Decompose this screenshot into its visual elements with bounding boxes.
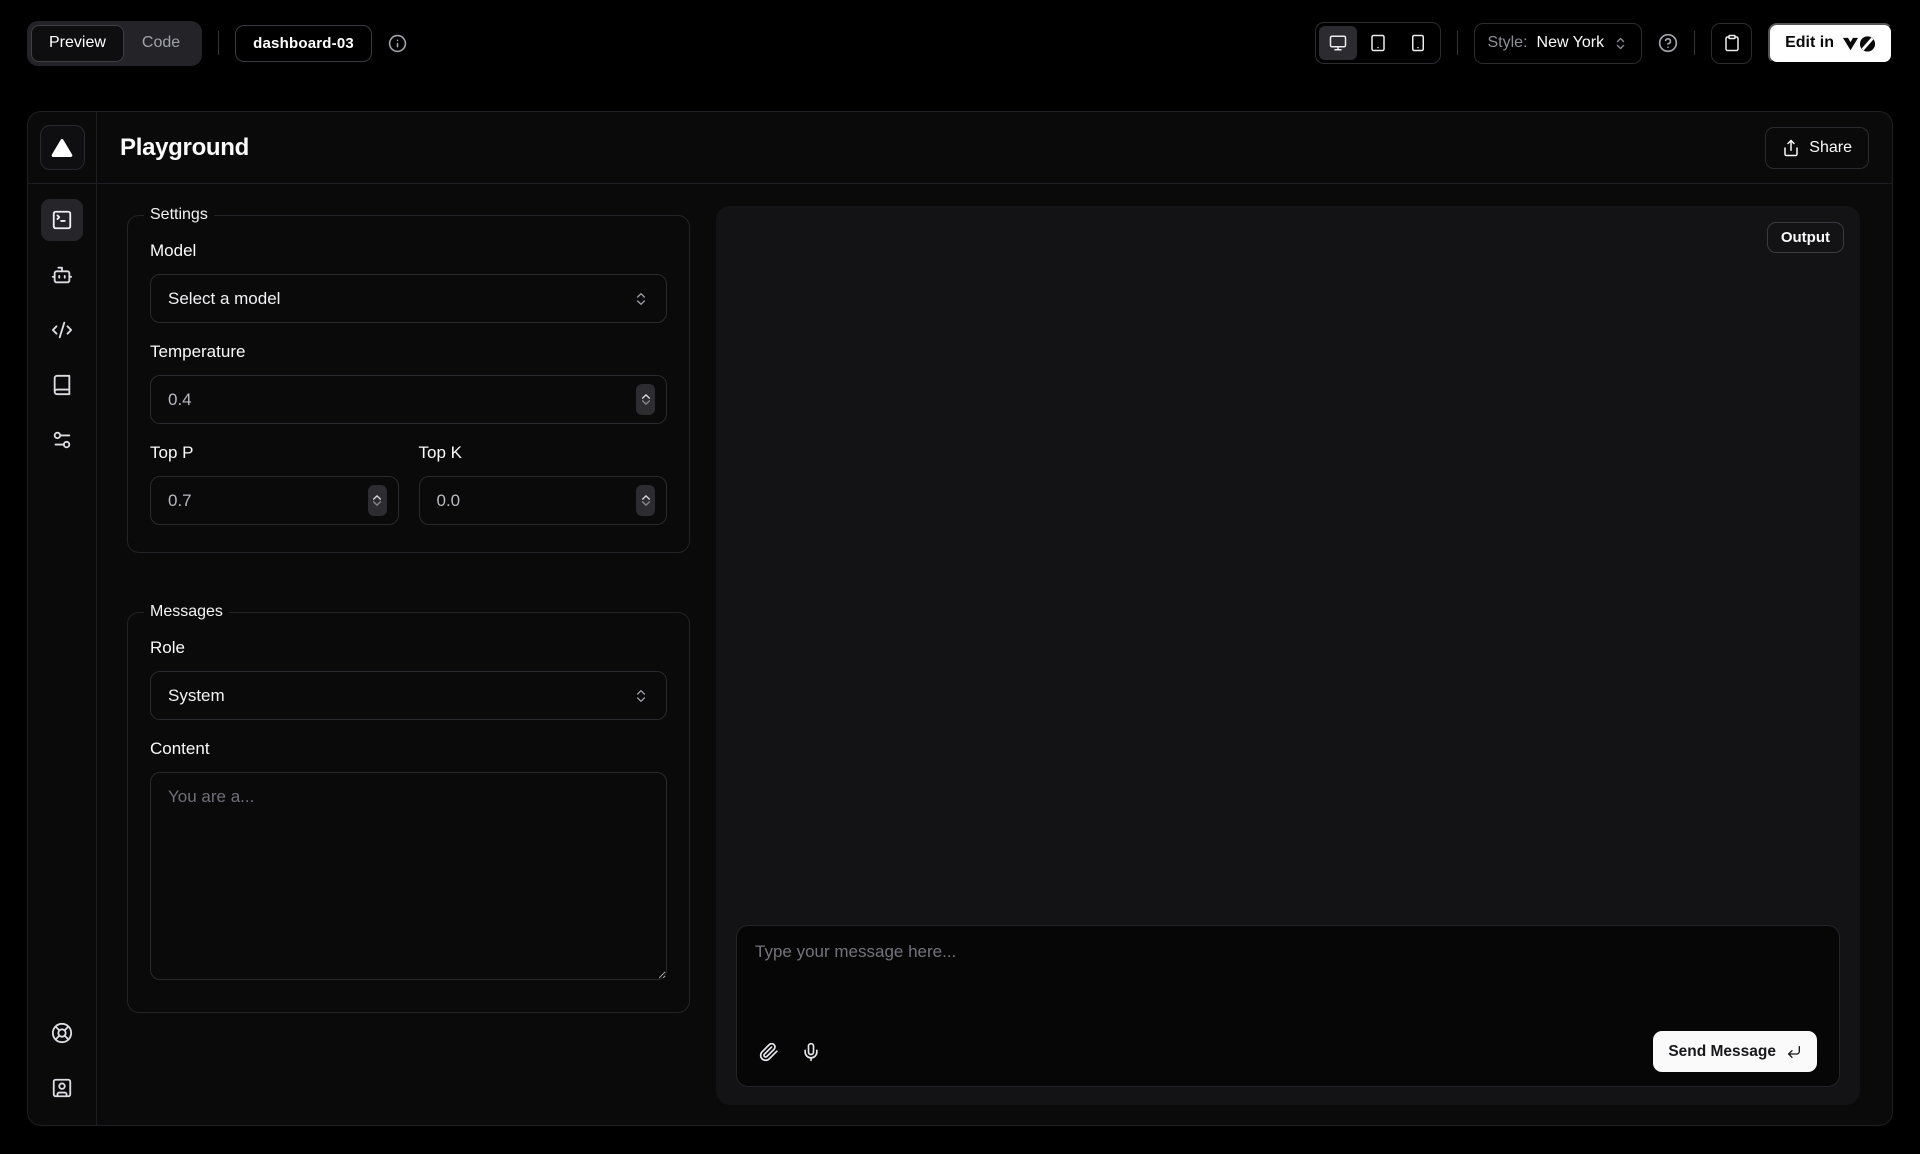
content-textarea[interactable] — [150, 772, 667, 980]
content-label: Content — [150, 739, 667, 759]
settings-column: Settings Model Select a model Temperatur… — [127, 206, 690, 1105]
top-k-stepper[interactable] — [636, 485, 655, 516]
sidebar — [28, 184, 97, 1125]
role-label: Role — [150, 638, 667, 658]
settings-fieldset: Settings Model Select a model Temperatur… — [127, 206, 690, 553]
chevron-down-icon — [641, 399, 651, 406]
style-select-label: Style: — [1488, 34, 1528, 52]
divider — [218, 31, 219, 55]
preview-frame: Playground Share — [27, 111, 1893, 1126]
square-terminal-icon — [51, 209, 73, 231]
top-k-field: Top K — [419, 424, 668, 525]
temperature-label: Temperature — [150, 342, 667, 362]
edit-in-v0-button[interactable]: Edit in — [1768, 23, 1893, 64]
preview-tab[interactable]: Preview — [31, 25, 124, 62]
bot-icon — [51, 264, 73, 286]
output-badge: Output — [1767, 222, 1844, 253]
model-select[interactable]: Select a model — [150, 274, 667, 323]
divider — [1694, 31, 1695, 55]
model-label: Model — [150, 241, 667, 261]
sidebar-item-account[interactable] — [41, 1067, 83, 1109]
corner-down-left-icon — [1786, 1044, 1802, 1060]
tablet-view-button[interactable] — [1359, 26, 1397, 60]
smartphone-icon — [1409, 34, 1427, 52]
top-k-input-wrap — [419, 476, 668, 525]
style-select-value: New York — [1537, 34, 1605, 52]
chevrons-up-down-icon — [633, 688, 649, 704]
view-toggle: Preview Code — [27, 21, 202, 66]
top-p-field: Top P — [150, 424, 399, 525]
sidebar-item-settings[interactable] — [41, 419, 83, 461]
sidebar-item-playground[interactable] — [41, 199, 83, 241]
mobile-view-button[interactable] — [1399, 26, 1437, 60]
settings-sliders-icon — [51, 429, 73, 451]
chevron-down-icon — [372, 500, 382, 507]
logo-cell — [28, 112, 97, 183]
message-input[interactable] — [751, 939, 1825, 1025]
sidebar-item-documentation[interactable] — [41, 364, 83, 406]
mic-icon[interactable] — [801, 1042, 821, 1062]
tablet-icon — [1369, 34, 1387, 52]
sidebar-item-models[interactable] — [41, 254, 83, 296]
style-select[interactable]: Style: New York — [1474, 23, 1643, 64]
share-button-label: Share — [1809, 139, 1852, 157]
v0-logo-icon — [1842, 34, 1876, 53]
model-select-value: Select a model — [168, 289, 280, 309]
desktop-view-button[interactable] — [1319, 26, 1357, 60]
info-icon[interactable] — [388, 34, 407, 53]
home-logo-button[interactable] — [40, 125, 85, 170]
send-message-button[interactable]: Send Message — [1653, 1031, 1817, 1072]
app-header: Playground Share — [28, 112, 1892, 184]
code-tab[interactable]: Code — [124, 25, 198, 62]
settings-legend: Settings — [144, 206, 214, 224]
top-p-stepper[interactable] — [368, 485, 387, 516]
messages-fieldset: Messages Role System Content — [127, 603, 690, 1013]
temperature-input-wrap — [150, 375, 667, 424]
divider — [1457, 31, 1458, 55]
top-p-input[interactable] — [153, 491, 368, 511]
main-content: Settings Model Select a model Temperatur… — [97, 184, 1892, 1125]
triangle-logo-icon — [51, 137, 73, 159]
output-panel: Output Send Message — [716, 206, 1860, 1105]
chevron-down-icon — [641, 500, 651, 507]
share-icon — [1782, 139, 1800, 157]
block-name-badge: dashboard-03 — [235, 25, 372, 62]
paperclip-icon[interactable] — [759, 1042, 779, 1062]
life-buoy-icon — [51, 1022, 73, 1044]
send-message-label: Send Message — [1668, 1043, 1776, 1061]
chevrons-up-down-icon — [633, 291, 649, 307]
sidebar-item-api[interactable] — [41, 309, 83, 351]
messages-legend: Messages — [144, 603, 229, 621]
square-user-icon — [51, 1077, 73, 1099]
share-button[interactable]: Share — [1765, 127, 1869, 169]
top-p-input-wrap — [150, 476, 399, 525]
role-select[interactable]: System — [150, 671, 667, 720]
chevrons-up-down-icon — [1613, 36, 1628, 51]
help-icon[interactable] — [1658, 33, 1678, 53]
message-composer: Send Message — [736, 925, 1840, 1087]
book-icon — [51, 374, 73, 396]
sidebar-item-help[interactable] — [41, 1012, 83, 1054]
top-k-input[interactable] — [422, 491, 637, 511]
top-k-label: Top K — [419, 443, 668, 463]
monitor-icon — [1329, 34, 1347, 52]
device-toggle-group — [1315, 22, 1441, 64]
edit-in-v0-label: Edit in — [1785, 34, 1834, 52]
clipboard-icon — [1723, 34, 1741, 52]
temperature-input[interactable] — [153, 390, 636, 410]
top-toolbar: Preview Code dashboard-03 Style: New Yor… — [0, 0, 1920, 86]
copy-code-button[interactable] — [1711, 23, 1752, 64]
top-p-label: Top P — [150, 443, 399, 463]
page-title: Playground — [120, 134, 249, 162]
role-select-value: System — [168, 686, 225, 706]
code-icon — [51, 319, 73, 341]
temperature-stepper[interactable] — [636, 384, 655, 415]
